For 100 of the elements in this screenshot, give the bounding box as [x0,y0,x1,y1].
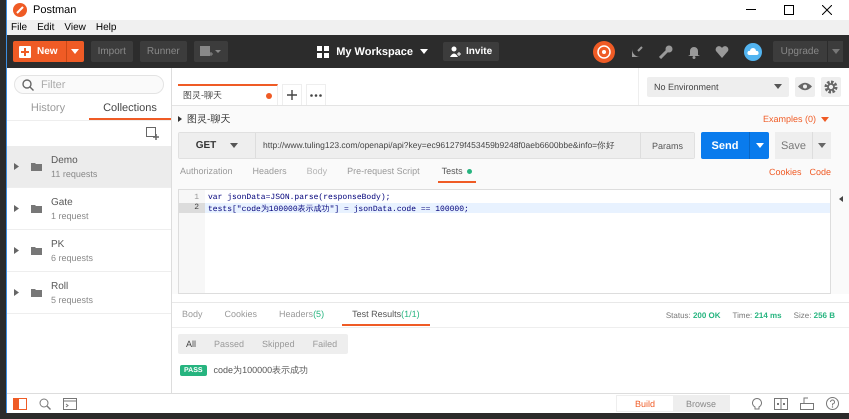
new-button[interactable]: New [13,41,66,62]
satellite-icon[interactable] [630,44,644,58]
expand-arrow-icon[interactable] [14,289,19,296]
collection-name: Gate [51,196,74,208]
caret-icon [420,49,428,54]
filter-field[interactable]: Filter [14,75,164,94]
caret-icon [832,49,840,54]
collection-item[interactable]: PK 6 requests [7,230,171,272]
runner-button[interactable]: Runner [140,41,187,62]
menu-item[interactable]: Edit [37,22,54,33]
two-pane-icon[interactable] [774,398,788,410]
help-icon[interactable] [826,397,839,410]
response-tab[interactable]: Headers(5) [275,304,328,326]
minimize-icon[interactable] [746,9,756,11]
dropdown-button[interactable] [827,41,843,62]
collection-name: PK [51,238,66,250]
sync-icon[interactable] [592,40,615,62]
menu-item[interactable]: File [11,22,28,33]
invite-button[interactable]: Invite [443,42,500,61]
settings-button[interactable] [821,76,841,96]
plus-icon [287,90,297,100]
folder-icon [31,204,42,212]
folder-icon [31,288,42,296]
dropdown-button[interactable] [813,132,831,159]
bell-icon[interactable] [688,44,700,58]
keyboard-icon[interactable] [800,397,814,410]
expand-arrow-icon[interactable] [178,116,182,122]
collection-name: Roll [51,280,70,292]
response-tab[interactable]: Body [178,304,207,326]
collapse-icon[interactable] [839,196,843,202]
caret-icon [71,49,80,54]
import-button[interactable]: Import [90,41,133,62]
request-tab[interactable]: Pre-request Script [345,161,428,183]
new-window-button[interactable] [194,41,228,62]
save-button[interactable]: Save [775,132,813,159]
filter-button[interactable]: Passed [206,334,252,354]
response-tab[interactable]: Test Results(1/1) [342,304,430,326]
expand-arrow-icon[interactable] [14,205,19,212]
collection-item[interactable]: Gate 1 request [7,188,171,230]
cloud-icon[interactable] [744,42,762,60]
settings-icon [824,80,838,94]
test-name: code为100000表示成功 [214,364,308,377]
response-meta: Size: 256 B [794,310,835,320]
request-count: 5 requests [51,294,94,304]
window-title: Postman [33,4,76,16]
heart-icon[interactable] [714,46,729,58]
sidebar-tab[interactable]: Collections [89,98,171,120]
new-collection-icon[interactable] [146,127,159,140]
request-count: 1 request [51,210,89,220]
search-icon[interactable] [39,398,51,410]
caret-icon[interactable] [821,116,829,122]
environment-select[interactable]: No Environment [647,76,789,96]
plus-icon [19,46,31,58]
maximize-icon[interactable] [784,5,794,15]
collection-item[interactable]: Roll 5 requests [7,272,171,314]
expand-arrow-icon[interactable] [14,247,19,254]
dropdown-button[interactable] [749,132,769,159]
request-count: 6 requests [51,252,94,262]
add-tab-button[interactable] [282,84,302,105]
caret-icon [818,143,826,148]
folder-icon [31,162,42,170]
filter-button[interactable]: Failed [304,334,346,354]
request-tab[interactable]: Tests [438,161,476,183]
request-tab[interactable]: Headers [250,161,295,183]
request-tab[interactable]: 图灵-聊天 [178,84,278,105]
upgrade-button[interactable]: Upgrade [772,41,827,62]
dropdown-button[interactable] [66,41,84,62]
mode-tab[interactable]: Browse [673,396,729,411]
request-tab[interactable]: Authorization [178,161,241,183]
send-button[interactable]: Send [701,132,749,159]
ellipsis-icon [310,94,322,96]
collection-item[interactable]: Demo 11 requests [7,146,171,188]
add-user-icon [450,46,462,57]
sidebar-tab[interactable]: History [7,98,89,120]
examples-link[interactable]: Examples (0) [762,114,816,124]
line-number: 1 [193,193,200,203]
caret-icon [756,143,764,148]
code-editor[interactable]: 1 2 var jsonData=JSON.parse(responseBody); tests["code为100000表示成功"] = jsonData.code == 100000; [178,189,831,294]
sidebar-toggle-icon[interactable] [13,398,27,410]
filter-button[interactable]: Skipped [254,334,303,354]
console-icon[interactable] [63,398,77,410]
new-window-icon [200,46,222,58]
collection-name: Demo [51,154,79,166]
menu-item[interactable]: Help [96,22,116,33]
response-meta: Status: 200 OK [666,310,721,320]
lightbulb-icon[interactable] [752,396,762,410]
close-icon[interactable] [822,5,832,15]
link[interactable]: Cookies [768,167,802,177]
menu-item[interactable]: View [64,22,86,33]
request-name[interactable]: 图灵-聊天 [187,112,230,126]
folder-icon [31,246,42,254]
mode-tab[interactable]: Build [617,396,673,411]
workspace-button[interactable]: My Workspace [317,41,428,62]
code-line: var jsonData=JSON.parse(responseBody); [207,193,392,203]
response-tab[interactable]: Cookies [220,304,262,326]
filter-button[interactable]: All [178,334,204,354]
eye-button[interactable] [795,76,815,96]
wrench-icon[interactable] [658,44,673,58]
more-button[interactable] [306,84,326,105]
link[interactable]: Code [809,167,831,177]
